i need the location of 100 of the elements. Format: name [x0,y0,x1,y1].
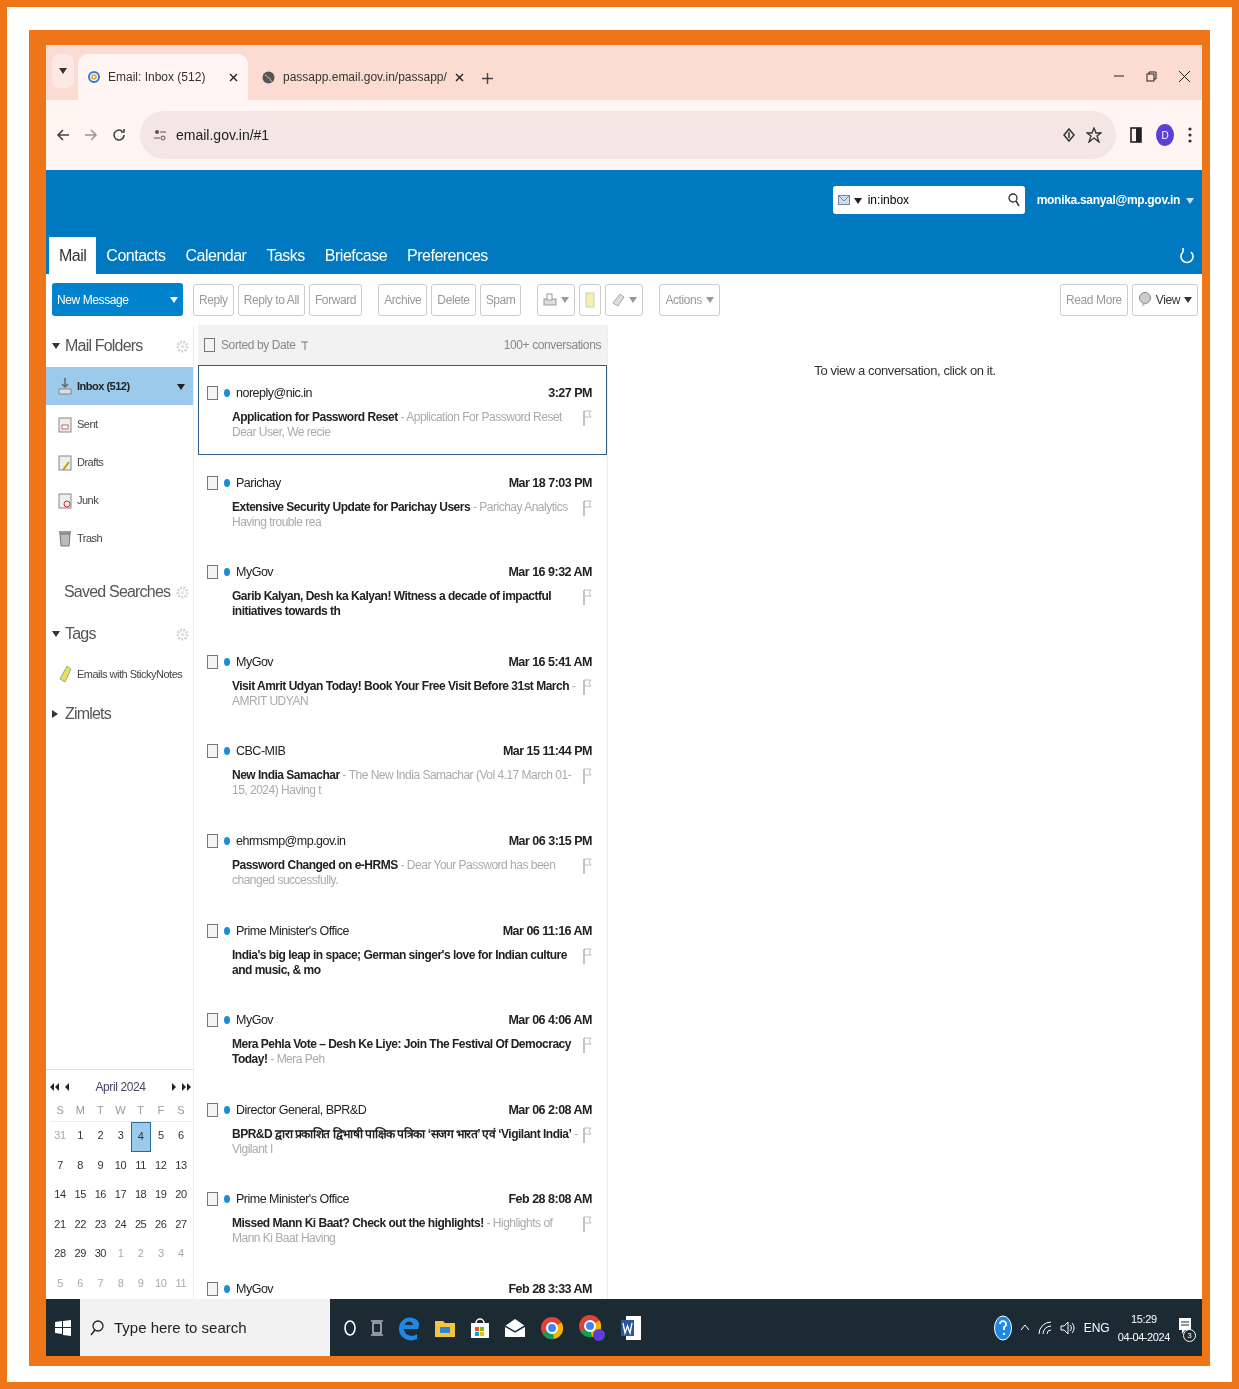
collapse-icon[interactable] [52,710,58,718]
calendar-day[interactable]: 18 [130,1181,151,1211]
windows-start-icon[interactable] [55,1319,71,1336]
edge-browser-icon[interactable] [398,1314,420,1341]
folder-item[interactable]: Junk [46,481,193,519]
taskbar-search-field[interactable]: Type here to search [112,1318,312,1337]
calendar-day[interactable]: 17 [110,1181,131,1211]
refresh-icon[interactable] [1180,246,1194,264]
new-message-button[interactable]: New Message [52,283,183,316]
message-row[interactable]: Parichay Mar 18 7:03 PM Extensive Security Update for Parichay Users - Parichay Analytics Having trouble rea [198,454,607,545]
calendar-day[interactable]: 14 [50,1181,71,1211]
calendar-day[interactable]: 16 [90,1181,111,1211]
message-checkbox[interactable] [207,1192,218,1207]
calendar-day[interactable]: 28 [50,1240,71,1270]
calendar-day[interactable]: 10 [110,1151,131,1181]
profile-avatar[interactable]: D [1156,124,1174,146]
mail-icon[interactable] [504,1317,526,1338]
message-checkbox[interactable] [207,1281,218,1296]
previous-month-icon[interactable] [65,1083,69,1091]
volume-icon[interactable] [1059,1320,1076,1335]
app-tab[interactable]: Calendar [175,237,257,274]
address-bar[interactable]: email.gov.in/#1 [140,111,1116,159]
folder-item[interactable]: Trash [46,519,193,557]
section-header[interactable]: Tags [65,625,171,643]
help-icon[interactable] [993,1314,1012,1341]
task-view-icon[interactable] [370,1318,384,1337]
calendar-day[interactable]: 8 [70,1151,91,1181]
message-checkbox[interactable] [207,475,218,490]
message-row[interactable]: MyGov Mar 06 4:06 AM Mera Pehla Vote – Desh Ke Liye: Join The Festival Of Democracy Today! - Mera Peh [198,992,607,1082]
section-header[interactable]: Mail Folders [65,337,171,355]
calendar-day[interactable]: 2 [90,1122,111,1152]
store-icon[interactable] [470,1316,490,1339]
forward-icon[interactable] [84,128,98,142]
calendar-day[interactable]: 5 [150,1122,171,1152]
folder-item[interactable]: Sent [46,405,193,443]
section-header[interactable]: Saved Searches [64,583,171,601]
calendar-day[interactable]: 22 [70,1210,91,1240]
message-row[interactable]: Prime Minister's Office Mar 06 11:16 AM India's big leap in space; German singer's love for Indian culture and music, & mo [198,902,607,993]
search-box[interactable]: in:inbox [832,186,1025,214]
app-tab[interactable]: Preferences [397,237,498,274]
wifi-icon[interactable] [1037,1320,1052,1335]
calendar-day[interactable]: 23 [90,1210,111,1240]
clock-date[interactable]: 04-04-2024 [1117,1330,1170,1343]
clock-time[interactable]: 15:29 [1131,1312,1157,1325]
menu-icon[interactable] [1188,127,1192,143]
calendar-day[interactable]: 24 [110,1210,131,1240]
calendar-day[interactable]: 12 [150,1151,171,1181]
browser-tab[interactable]: passapp.email.gov.in/passapp/ [252,54,474,100]
calendar-day[interactable]: 20 [170,1181,191,1211]
calendar-day[interactable]: 25 [130,1210,151,1240]
calendar-day[interactable]: 21 [50,1210,71,1240]
app-tab[interactable]: Briefcase [314,237,398,274]
language-indicator[interactable]: ENG [1083,1320,1110,1335]
new-tab-icon[interactable] [481,73,493,84]
message-checkbox[interactable] [207,744,218,759]
chevron-up-icon[interactable] [1019,1324,1030,1331]
app-tab[interactable]: Mail [49,237,97,274]
message-checkbox[interactable] [207,654,218,669]
calendar-day[interactable]: 11 [130,1151,151,1181]
message-checkbox[interactable] [207,565,218,580]
reload-icon[interactable] [112,128,126,142]
back-icon[interactable] [56,128,70,142]
message-checkbox[interactable] [207,386,218,400]
folder-item[interactable]: Inbox (512) [46,367,193,405]
star-icon[interactable] [1086,127,1102,143]
calendar-day[interactable]: 4 [130,1122,151,1152]
cortana-icon[interactable] [344,1318,356,1337]
calendar-day[interactable]: 30 [90,1240,111,1270]
calendar-day[interactable]: 6 [170,1122,191,1152]
calendar-day[interactable]: 15 [70,1181,91,1211]
message-row[interactable]: MyGov Mar 16 5:41 AM Visit Amrit Udyan Today! Book Your Free Visit Before 31st March - AMRIT UDYAN [198,633,607,724]
calendar-day[interactable]: 9 [90,1151,111,1181]
app-tab[interactable]: Contacts [96,237,176,274]
calendar-day[interactable]: 19 [150,1181,171,1211]
calendar-day[interactable]: 27 [170,1210,191,1240]
message-checkbox[interactable] [207,923,218,938]
restore-icon[interactable] [1146,71,1157,82]
message-checkbox[interactable] [207,1102,218,1117]
browser-tab[interactable]: Email: Inbox (512) [78,54,248,100]
calendar-day[interactable]: 7 [50,1151,71,1181]
select-all-checkbox[interactable] [204,338,215,352]
view-button[interactable]: View [1131,283,1198,316]
message-checkbox[interactable] [207,833,218,848]
site-settings-icon[interactable] [154,128,166,142]
calendar-day[interactable]: 1 [70,1122,91,1152]
word-icon[interactable] [620,1314,642,1341]
next-month-icon[interactable] [172,1083,176,1091]
calendar-day[interactable]: 26 [150,1210,171,1240]
close-icon[interactable] [1179,71,1190,82]
message-row[interactable]: ehrmsmp@mp.gov.in Mar 06 3:15 PM Password Changed on e-HRMS - Dear Your Password has been changed successfully. [198,812,607,903]
calendar-day[interactable]: 13 [170,1151,191,1181]
app-tab[interactable]: Tasks [256,237,315,274]
folder-item[interactable]: Drafts [46,443,193,481]
search-icon[interactable] [1007,193,1020,207]
calendar-day[interactable]: 3 [110,1122,131,1152]
message-row[interactable]: MyGov Feb 28 3:33 AM [198,1260,607,1299]
message-row[interactable]: noreply@nic.in 3:27 PM Application for Password Reset - Application For Password Reset Dear User, We recie [198,365,607,455]
section-header[interactable]: Zimlets [65,705,189,723]
close-icon[interactable] [454,72,464,82]
chrome-profile-icon[interactable] [578,1313,606,1342]
